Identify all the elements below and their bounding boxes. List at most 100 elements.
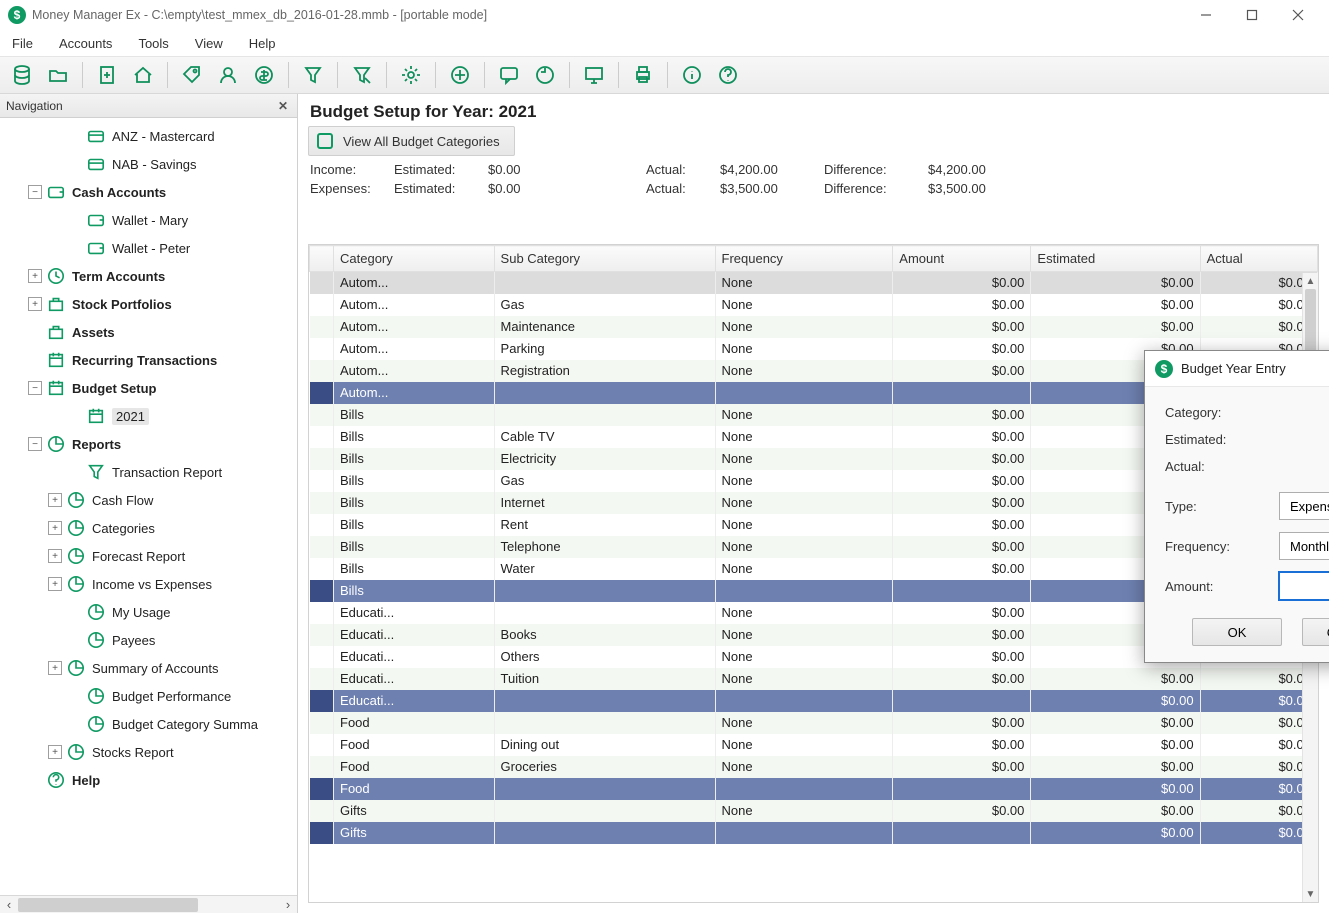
row-handle[interactable]	[310, 426, 334, 448]
chat-icon[interactable]	[493, 60, 525, 90]
table-row[interactable]: FoodGroceriesNone$0.00$0.00$0.00	[310, 756, 1318, 778]
table-row[interactable]: Autom...None$0.00$0.00$0.00	[310, 272, 1318, 294]
scroll-up-icon[interactable]: ▲	[1303, 273, 1318, 289]
col-amount[interactable]: Amount	[893, 246, 1031, 272]
row-handle[interactable]	[310, 382, 334, 404]
add-icon[interactable]	[444, 60, 476, 90]
gear-icon[interactable]	[395, 60, 427, 90]
expand-icon[interactable]: +	[48, 745, 62, 759]
refresh-icon[interactable]	[529, 60, 561, 90]
user-icon[interactable]	[212, 60, 244, 90]
dialog-titlebar[interactable]: $ Budget Year Entry	[1145, 351, 1329, 387]
database-icon[interactable]	[6, 60, 38, 90]
nav-item-cash-accounts[interactable]: −Cash Accounts	[0, 178, 297, 206]
tag-icon[interactable]	[176, 60, 208, 90]
nav-item-budget-performance[interactable]: Budget Performance	[0, 682, 297, 710]
row-handle[interactable]	[310, 272, 334, 294]
ok-button[interactable]: OK	[1192, 618, 1282, 646]
frequency-select[interactable]: Monthly	[1279, 532, 1329, 560]
row-handle[interactable]	[310, 404, 334, 426]
info-icon[interactable]	[676, 60, 708, 90]
table-row[interactable]: FoodNone$0.00$0.00$0.00	[310, 712, 1318, 734]
cancel-button[interactable]: Cancel	[1302, 618, 1329, 646]
scroll-down-icon[interactable]: ▼	[1303, 886, 1318, 902]
nav-item-cash-flow[interactable]: +Cash Flow	[0, 486, 297, 514]
nav-item-budget-category-summa[interactable]: Budget Category Summa	[0, 710, 297, 738]
nav-item-categories[interactable]: +Categories	[0, 514, 297, 542]
nav-item-forecast-report[interactable]: +Forecast Report	[0, 542, 297, 570]
row-handle[interactable]	[310, 602, 334, 624]
expand-icon[interactable]: +	[48, 577, 62, 591]
currency-icon[interactable]	[248, 60, 280, 90]
new-file-icon[interactable]	[91, 60, 123, 90]
scroll-right-icon[interactable]: ›	[279, 896, 297, 913]
nav-item-reports[interactable]: −Reports	[0, 430, 297, 458]
expand-icon[interactable]: +	[48, 661, 62, 675]
table-row[interactable]: Gifts$0.00$0.00	[310, 822, 1318, 844]
home-icon[interactable]	[127, 60, 159, 90]
row-handle[interactable]	[310, 514, 334, 536]
nav-item-anz-mastercard[interactable]: ANZ - Mastercard	[0, 122, 297, 150]
table-row[interactable]: Educati...$0.00$0.00	[310, 690, 1318, 712]
row-handle[interactable]	[310, 690, 334, 712]
nav-item-income-vs-expenses[interactable]: +Income vs Expenses	[0, 570, 297, 598]
amount-input[interactable]	[1279, 572, 1329, 600]
table-row[interactable]: Autom...MaintenanceNone$0.00$0.00$0.00	[310, 316, 1318, 338]
col-category[interactable]: Category	[334, 246, 495, 272]
nav-item-term-accounts[interactable]: +Term Accounts	[0, 262, 297, 290]
menu-accounts[interactable]: Accounts	[55, 33, 116, 54]
view-all-categories-button[interactable]: View All Budget Categories	[308, 126, 515, 156]
collapse-icon[interactable]: −	[28, 185, 42, 199]
collapse-icon[interactable]: −	[28, 437, 42, 451]
nav-item-stock-portfolios[interactable]: +Stock Portfolios	[0, 290, 297, 318]
checkbox-icon[interactable]	[317, 133, 333, 149]
expand-icon[interactable]: +	[48, 493, 62, 507]
vscroll-thumb[interactable]	[1305, 289, 1316, 359]
nav-item-assets[interactable]: Assets	[0, 318, 297, 346]
edit-filter-icon[interactable]	[346, 60, 378, 90]
row-handle[interactable]	[310, 778, 334, 800]
folder-open-icon[interactable]	[42, 60, 74, 90]
row-handle[interactable]	[310, 734, 334, 756]
row-handle[interactable]	[310, 756, 334, 778]
table-row[interactable]: Educati...TuitionNone$0.00$0.00$0.00	[310, 668, 1318, 690]
navigation-close-button[interactable]: ✕	[275, 98, 291, 114]
help-icon[interactable]	[712, 60, 744, 90]
nav-item-recurring-transactions[interactable]: Recurring Transactions	[0, 346, 297, 374]
nav-item-help[interactable]: Help	[0, 766, 297, 794]
nav-item-stocks-report[interactable]: +Stocks Report	[0, 738, 297, 766]
navigation-hscrollbar[interactable]: ‹ ›	[0, 895, 297, 913]
expand-icon[interactable]: +	[28, 297, 42, 311]
row-handle[interactable]	[310, 668, 334, 690]
menu-view[interactable]: View	[191, 33, 227, 54]
expand-icon[interactable]: +	[48, 549, 62, 563]
row-handle[interactable]	[310, 338, 334, 360]
expand-icon[interactable]: +	[28, 269, 42, 283]
navigation-tree[interactable]: ANZ - MastercardNAB - Savings−Cash Accou…	[0, 118, 297, 895]
row-handle[interactable]	[310, 316, 334, 338]
nav-item-wallet-mary[interactable]: Wallet - Mary	[0, 206, 297, 234]
row-handle[interactable]	[310, 800, 334, 822]
table-row[interactable]: Food$0.00$0.00	[310, 778, 1318, 800]
table-row[interactable]: Autom...GasNone$0.00$0.00$0.00	[310, 294, 1318, 316]
nav-item-payees[interactable]: Payees	[0, 626, 297, 654]
type-select[interactable]: Expense	[1279, 492, 1329, 520]
expand-icon[interactable]: +	[48, 521, 62, 535]
window-minimize-button[interactable]	[1183, 0, 1229, 30]
window-close-button[interactable]	[1275, 0, 1321, 30]
row-handle[interactable]	[310, 492, 334, 514]
row-handle[interactable]	[310, 822, 334, 844]
row-handle[interactable]	[310, 360, 334, 382]
nav-item-my-usage[interactable]: My Usage	[0, 598, 297, 626]
nav-item-summary-of-accounts[interactable]: +Summary of Accounts	[0, 654, 297, 682]
row-handle[interactable]	[310, 448, 334, 470]
col-frequency[interactable]: Frequency	[715, 246, 893, 272]
scroll-left-icon[interactable]: ‹	[0, 896, 18, 913]
nav-item-transaction-report[interactable]: Transaction Report	[0, 458, 297, 486]
menu-help[interactable]: Help	[245, 33, 280, 54]
nav-item-budget-setup[interactable]: −Budget Setup	[0, 374, 297, 402]
window-maximize-button[interactable]	[1229, 0, 1275, 30]
nav-item-wallet-peter[interactable]: Wallet - Peter	[0, 234, 297, 262]
collapse-icon[interactable]: −	[28, 381, 42, 395]
row-handle[interactable]	[310, 646, 334, 668]
